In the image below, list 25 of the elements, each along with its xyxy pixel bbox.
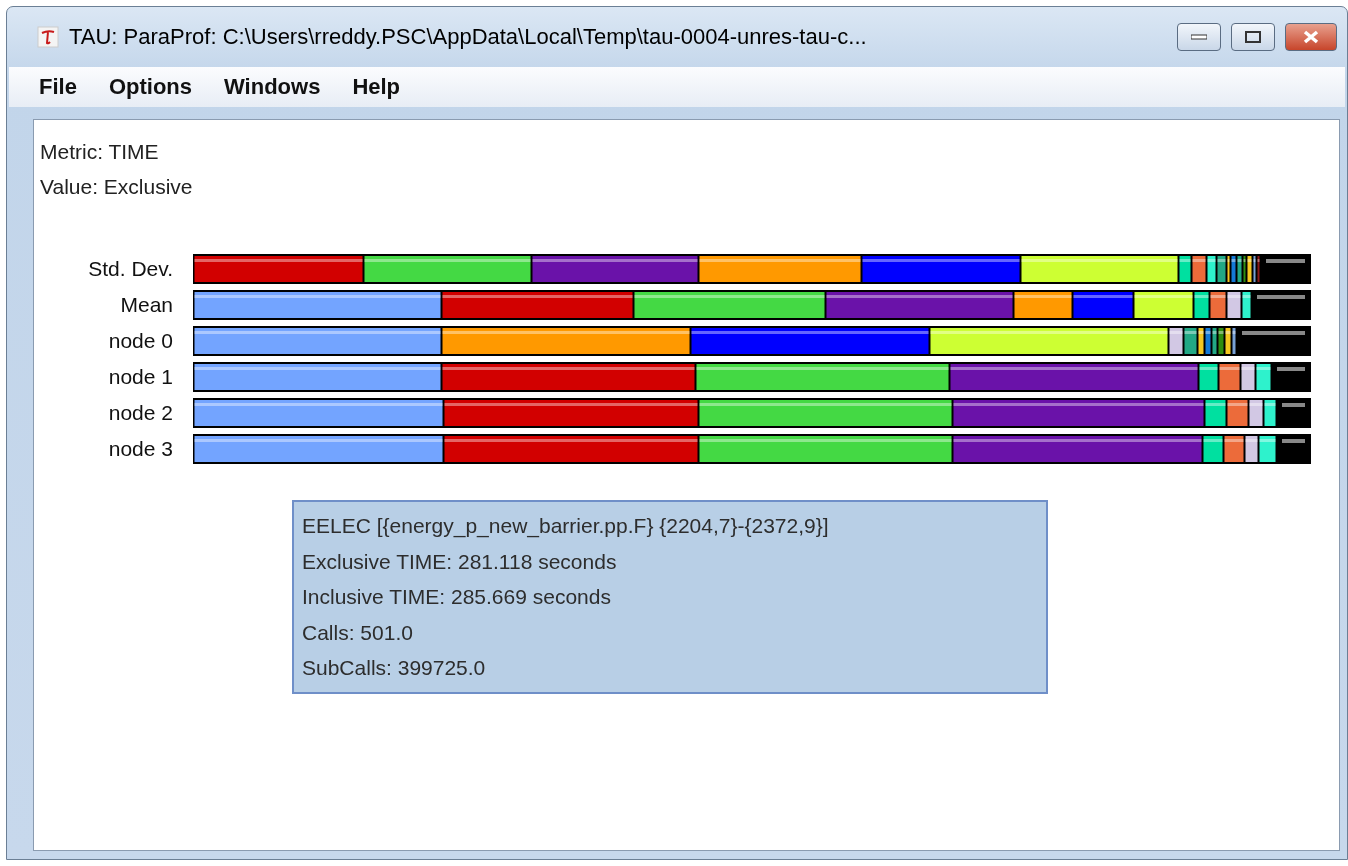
- tooltip-line: Calls: 501.0: [302, 619, 414, 646]
- row-label: node 2: [107, 401, 174, 425]
- tooltip-line: EELEC [{energy_p_new_barrier.pp.F} {2204,7}-{2372,9}]: [302, 513, 830, 540]
- maximize-button[interactable]: [1231, 23, 1275, 51]
- row-label: node 0: [107, 329, 174, 353]
- menu-item[interactable]: Options: [108, 74, 192, 100]
- tooltip-line: Exclusive TIME: 281.118 seconds: [302, 548, 618, 575]
- tooltip-line: Inclusive TIME: 285.669 seconds: [302, 584, 612, 610]
- close-icon: [1302, 30, 1320, 44]
- row-label: Mean: [119, 293, 174, 317]
- close-button[interactable]: [1285, 23, 1337, 51]
- info-text: Value: Exclusive: [40, 174, 194, 200]
- tooltip-line: SubCalls: 399725.0: [302, 655, 487, 681]
- menu-item[interactable]: Windows: [224, 74, 321, 100]
- window-title: TAU: ParaProf: C:\Users\rreddy.PSC\AppData\Local\Temp\tau-0004-unres-tau-c...: [69, 24, 868, 50]
- maximize-icon: [1245, 31, 1261, 43]
- row-label: node 1: [107, 365, 174, 389]
- menu-item[interactable]: Help: [352, 74, 401, 100]
- menu-item[interactable]: File: [39, 74, 77, 100]
- minimize-icon: [1191, 34, 1207, 40]
- app-logo-icon: [37, 26, 59, 48]
- row-label: node 3: [107, 437, 174, 461]
- row-label: Std. Dev.: [87, 257, 174, 281]
- info-text: Metric: TIME: [40, 139, 160, 165]
- minimize-button[interactable]: [1177, 23, 1221, 51]
